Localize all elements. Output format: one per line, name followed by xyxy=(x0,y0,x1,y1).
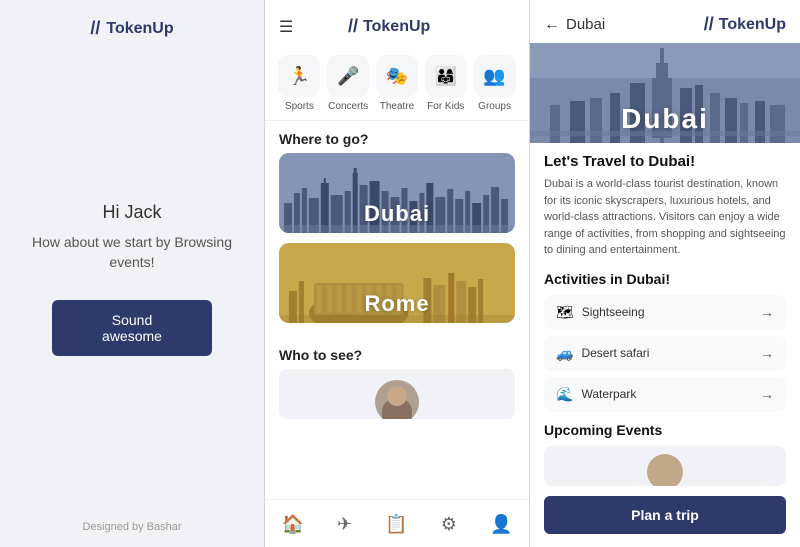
activity-desert-left: 🚙 Desert safari xyxy=(556,345,649,362)
panel2-logo: // TokenUp xyxy=(348,16,430,37)
cat-sports-label: Sports xyxy=(285,101,314,112)
plan-trip-button[interactable]: Plan a trip xyxy=(544,496,786,534)
panel-browse: ☰ // TokenUp 🏃 Sports 🎤 Concerts 🎭 Theat… xyxy=(265,0,530,547)
who-strip xyxy=(279,369,515,419)
rome-card-bg: Rome xyxy=(279,243,515,323)
concerts-icon: 🎤 xyxy=(327,55,369,97)
back-arrow-icon: ← xyxy=(544,16,560,34)
logo-text: TokenUp xyxy=(106,20,173,38)
cat-theatre-label: Theatre xyxy=(380,101,414,112)
waterpark-icon: 🌊 xyxy=(556,386,573,403)
dubai-card[interactable]: Dubai xyxy=(279,153,515,233)
activity-desert-safari[interactable]: 🚙 Desert safari → xyxy=(544,336,786,371)
hamburger-menu[interactable]: ☰ xyxy=(279,17,293,37)
footer-credit: Designed by Bashar xyxy=(68,507,195,547)
nav-flights-icon[interactable]: ✈ xyxy=(329,510,360,539)
sound-awesome-button[interactable]: Sound awesome xyxy=(52,300,212,356)
logo-text-p2: TokenUp xyxy=(363,18,430,36)
welcome-content: Hi Jack How about we start by Browsing e… xyxy=(0,51,264,507)
back-button[interactable]: ← Dubai xyxy=(544,16,605,34)
sightseeing-label: Sightseeing xyxy=(582,305,645,319)
cat-concerts-label: Concerts xyxy=(328,101,368,112)
nav-profile-icon[interactable]: 👤 xyxy=(482,510,520,539)
forkids-icon: 👨‍👩‍👧 xyxy=(425,55,467,97)
artist-avatar xyxy=(375,380,419,419)
sightseeing-icon: 🗺 xyxy=(556,304,574,321)
who-to-see-title: Who to see? xyxy=(265,337,529,369)
waterpark-label: Waterpark xyxy=(581,387,636,401)
cat-groups-label: Groups xyxy=(478,101,511,112)
logo-icon: // xyxy=(90,18,100,39)
activities-title: Activities in Dubai! xyxy=(544,271,786,287)
logo-icon-p3: // xyxy=(704,14,714,35)
desert-safari-icon: 🚙 xyxy=(556,345,573,362)
greeting-text: Hi Jack xyxy=(102,202,161,223)
panel3-header: ← Dubai // TokenUp xyxy=(530,0,800,43)
dubai-card-bg: Dubai xyxy=(279,153,515,233)
who-to-see-section: Who to see? xyxy=(265,333,529,419)
panel-detail: ← Dubai // TokenUp xyxy=(530,0,800,547)
event-avatar xyxy=(647,454,683,486)
detail-body: Let's Travel to Dubai! Dubai is a world-… xyxy=(530,143,800,547)
cat-forkids[interactable]: 👨‍👩‍👧 For Kids xyxy=(425,55,467,112)
rome-card[interactable]: Rome xyxy=(279,243,515,323)
logo-icon-p2: // xyxy=(348,16,358,37)
nav-settings-icon[interactable]: ⚙ xyxy=(433,510,465,539)
cat-sports[interactable]: 🏃 Sports xyxy=(278,55,320,112)
activity-waterpark-left: 🌊 Waterpark xyxy=(556,386,636,403)
upcoming-events-strip xyxy=(544,446,786,486)
sub-greeting-text: How about we start by Browsing events! xyxy=(20,233,244,272)
cat-concerts[interactable]: 🎤 Concerts xyxy=(327,55,369,112)
activity-sightseeing-left: 🗺 Sightseeing xyxy=(556,304,645,321)
activity-waterpark[interactable]: 🌊 Waterpark → xyxy=(544,377,786,412)
panel2-header: ☰ // TokenUp xyxy=(265,0,529,47)
category-bar: 🏃 Sports 🎤 Concerts 🎭 Theatre 👨‍👩‍👧 For … xyxy=(265,47,529,121)
dubai-city-name: Dubai xyxy=(279,201,515,227)
travel-description: Dubai is a world-class tourist destinati… xyxy=(544,176,786,259)
cat-groups[interactable]: 👥 Groups xyxy=(474,55,516,112)
panel3-logo: // TokenUp xyxy=(704,14,786,35)
cat-theatre[interactable]: 🎭 Theatre xyxy=(376,55,418,112)
rome-city-name: Rome xyxy=(279,291,515,317)
avatar-head xyxy=(387,386,407,406)
browse-body: Where to go? xyxy=(265,121,529,499)
where-to-go-title: Where to go? xyxy=(265,121,529,153)
desert-safari-label: Desert safari xyxy=(581,346,649,360)
dubai-hero-city-name: Dubai xyxy=(530,103,800,135)
nav-events-icon[interactable]: 📋 xyxy=(377,510,415,539)
logo-text-p3: TokenUp xyxy=(719,16,786,34)
activity-sightseeing[interactable]: 🗺 Sightseeing → xyxy=(544,295,786,330)
back-city-label: Dubai xyxy=(566,16,605,33)
dubai-hero-image: Dubai xyxy=(530,43,800,143)
nav-home-icon[interactable]: 🏠 xyxy=(274,510,312,539)
theatre-icon: 🎭 xyxy=(376,55,418,97)
panel1-header: // TokenUp xyxy=(0,0,264,51)
cat-forkids-label: For Kids xyxy=(427,101,464,112)
groups-icon: 👥 xyxy=(474,55,516,97)
panel-welcome: // TokenUp Hi Jack How about we start by… xyxy=(0,0,265,547)
bottom-nav: 🏠 ✈ 📋 ⚙ 👤 xyxy=(265,499,529,547)
desert-safari-arrow-icon: → xyxy=(760,345,774,361)
sightseeing-arrow-icon: → xyxy=(760,304,774,320)
upcoming-events-title: Upcoming Events xyxy=(544,422,786,438)
travel-title: Let's Travel to Dubai! xyxy=(544,153,786,170)
waterpark-arrow-icon: → xyxy=(760,386,774,402)
sports-icon: 🏃 xyxy=(278,55,320,97)
